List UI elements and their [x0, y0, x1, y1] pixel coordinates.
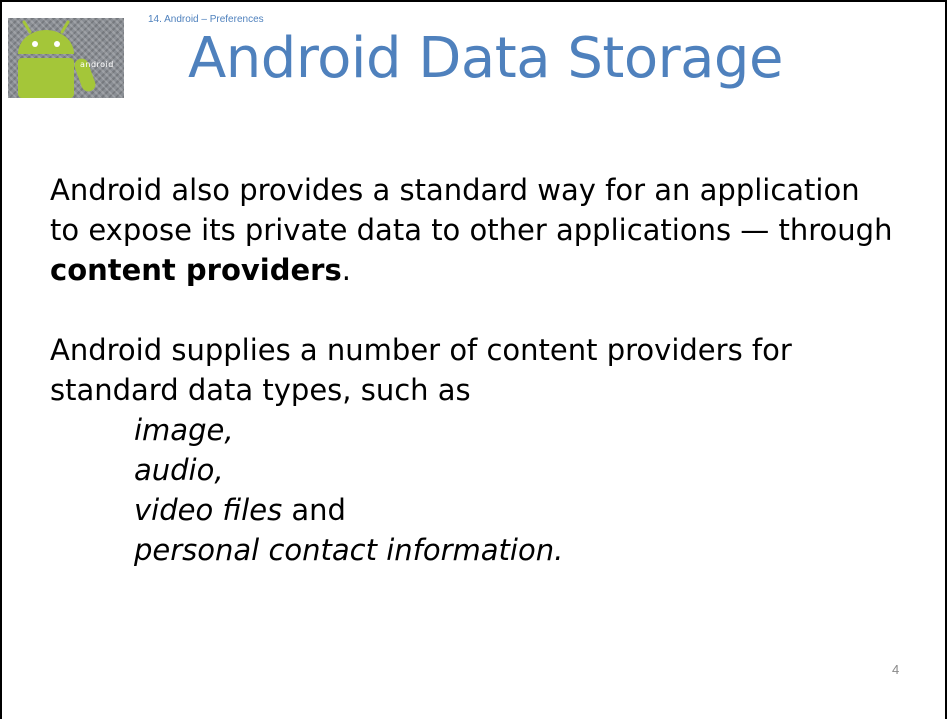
list-item-text: video files	[134, 493, 283, 527]
list-item: image,	[50, 410, 910, 450]
list-item-text: audio,	[134, 453, 224, 487]
section-subtitle: 14. Android – Preferences	[148, 14, 264, 25]
paragraph-line: standard data types, such as	[50, 373, 471, 407]
page-title: Android Data Storage	[188, 26, 783, 91]
paragraph-line: content providers.	[50, 250, 910, 290]
punctuation: .	[341, 253, 351, 287]
list-item-text: image,	[134, 413, 234, 447]
android-robot-icon	[18, 20, 96, 98]
slide: android 14. Android – Preferences Androi…	[0, 0, 947, 719]
list-item: video files and	[50, 490, 910, 530]
page-number: 4	[892, 662, 900, 677]
list-item-suffix: and	[282, 493, 346, 527]
paragraph-line: Android also provides a standard way for…	[50, 173, 860, 207]
list-item-text: personal contact information.	[134, 533, 564, 567]
bold-term: content providers	[50, 253, 342, 287]
paragraph-line: Android supplies a number of content pro…	[50, 333, 792, 367]
android-logo: android	[8, 18, 124, 98]
slide-body: Android also provides a standard way for…	[50, 170, 910, 570]
list-item: audio,	[50, 450, 910, 490]
paragraph-line: to expose its private data to other appl…	[50, 213, 893, 247]
logo-text: android	[80, 60, 114, 69]
list-item: personal contact information.	[50, 530, 910, 570]
